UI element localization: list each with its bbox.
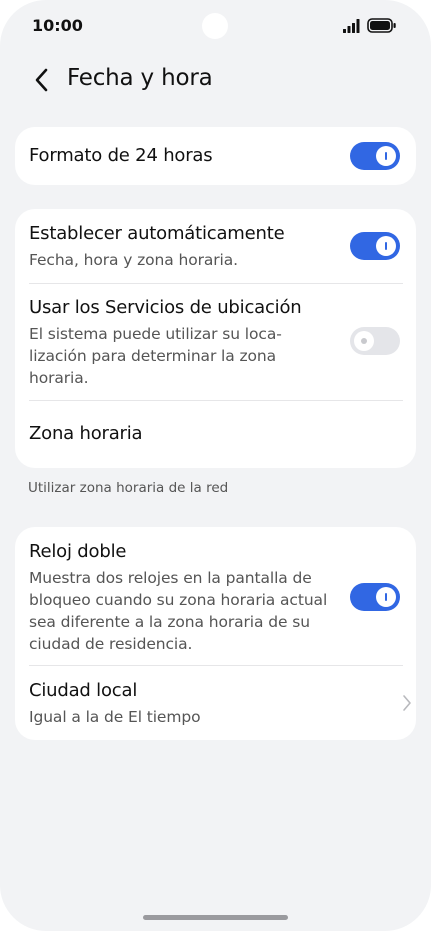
setting-title: Usar los Servicios de ubicación: [29, 297, 302, 318]
format-24h-toggle[interactable]: [350, 142, 400, 170]
setting-title: Reloj doble: [29, 541, 127, 562]
toggle-knob: [376, 587, 396, 607]
toggle-knob: [354, 331, 374, 351]
setting-row-24h-format[interactable]: Formato de 24 horas: [15, 127, 416, 185]
status-bar: 10:00: [0, 0, 431, 52]
setting-row-time-zone[interactable]: Zona horaria: [15, 401, 416, 468]
format-card: Formato de 24 horas: [15, 127, 416, 185]
setting-subtitle-line: lización para determinar la zona: [29, 347, 277, 365]
auto-set-toggle[interactable]: [350, 232, 400, 260]
status-time: 10:00: [32, 16, 83, 35]
setting-subtitle-line: Muestra dos relojes en la pantalla de: [29, 569, 312, 587]
setting-row-dual-clock[interactable]: Reloj doble Muestra dos relojes en la pa…: [15, 527, 416, 665]
setting-subtitle: Igual a la de El tiempo: [29, 708, 201, 726]
setting-subtitle-line: ciudad de residencia.: [29, 635, 193, 653]
toggle-knob: [376, 236, 396, 256]
setting-subtitle: Fecha, hora y zona horaria.: [29, 251, 238, 269]
setting-title: Ciudad local: [29, 680, 138, 701]
setting-subtitle-line: horaria.: [29, 369, 89, 387]
clock-card: Reloj doble Muestra dos relojes en la pa…: [15, 527, 416, 740]
setting-title: Establecer automáticamente: [29, 223, 285, 244]
phone-screen: 10:00 Fecha y hora Formato de 24 horas E…: [0, 0, 431, 931]
network-time-zone-note: Utilizar zona horaria de la red: [28, 480, 229, 496]
back-arrow-icon[interactable]: [28, 66, 56, 94]
page-title: Fecha y hora: [67, 65, 213, 91]
setting-row-location-services[interactable]: Usar los Servicios de ubicación El siste…: [15, 284, 416, 400]
home-indicator[interactable]: [143, 915, 288, 920]
setting-row-home-city[interactable]: Ciudad local Igual a la de El tiempo: [15, 666, 416, 740]
battery-icon: [367, 18, 396, 33]
toggle-knob: [376, 146, 396, 166]
app-header: Fecha y hora: [0, 56, 431, 104]
setting-subtitle-line: El sistema puede utilizar su loca-: [29, 325, 282, 343]
signal-icon: [343, 19, 360, 33]
setting-row-auto-set[interactable]: Establecer automáticamente Fecha, hora y…: [15, 209, 416, 283]
auto-settings-card: Establecer automáticamente Fecha, hora y…: [15, 209, 416, 468]
front-camera: [202, 13, 228, 39]
setting-subtitle-line: sea diferente a la zona horaria de su: [29, 613, 310, 631]
setting-subtitle-line: bloqueo cuando su zona horaria actual: [29, 591, 328, 609]
setting-title: Formato de 24 horas: [29, 145, 213, 166]
chevron-right-icon: [403, 695, 411, 711]
location-services-toggle: [350, 327, 400, 355]
dual-clock-toggle[interactable]: [350, 583, 400, 611]
setting-title: Zona horaria: [29, 423, 143, 444]
